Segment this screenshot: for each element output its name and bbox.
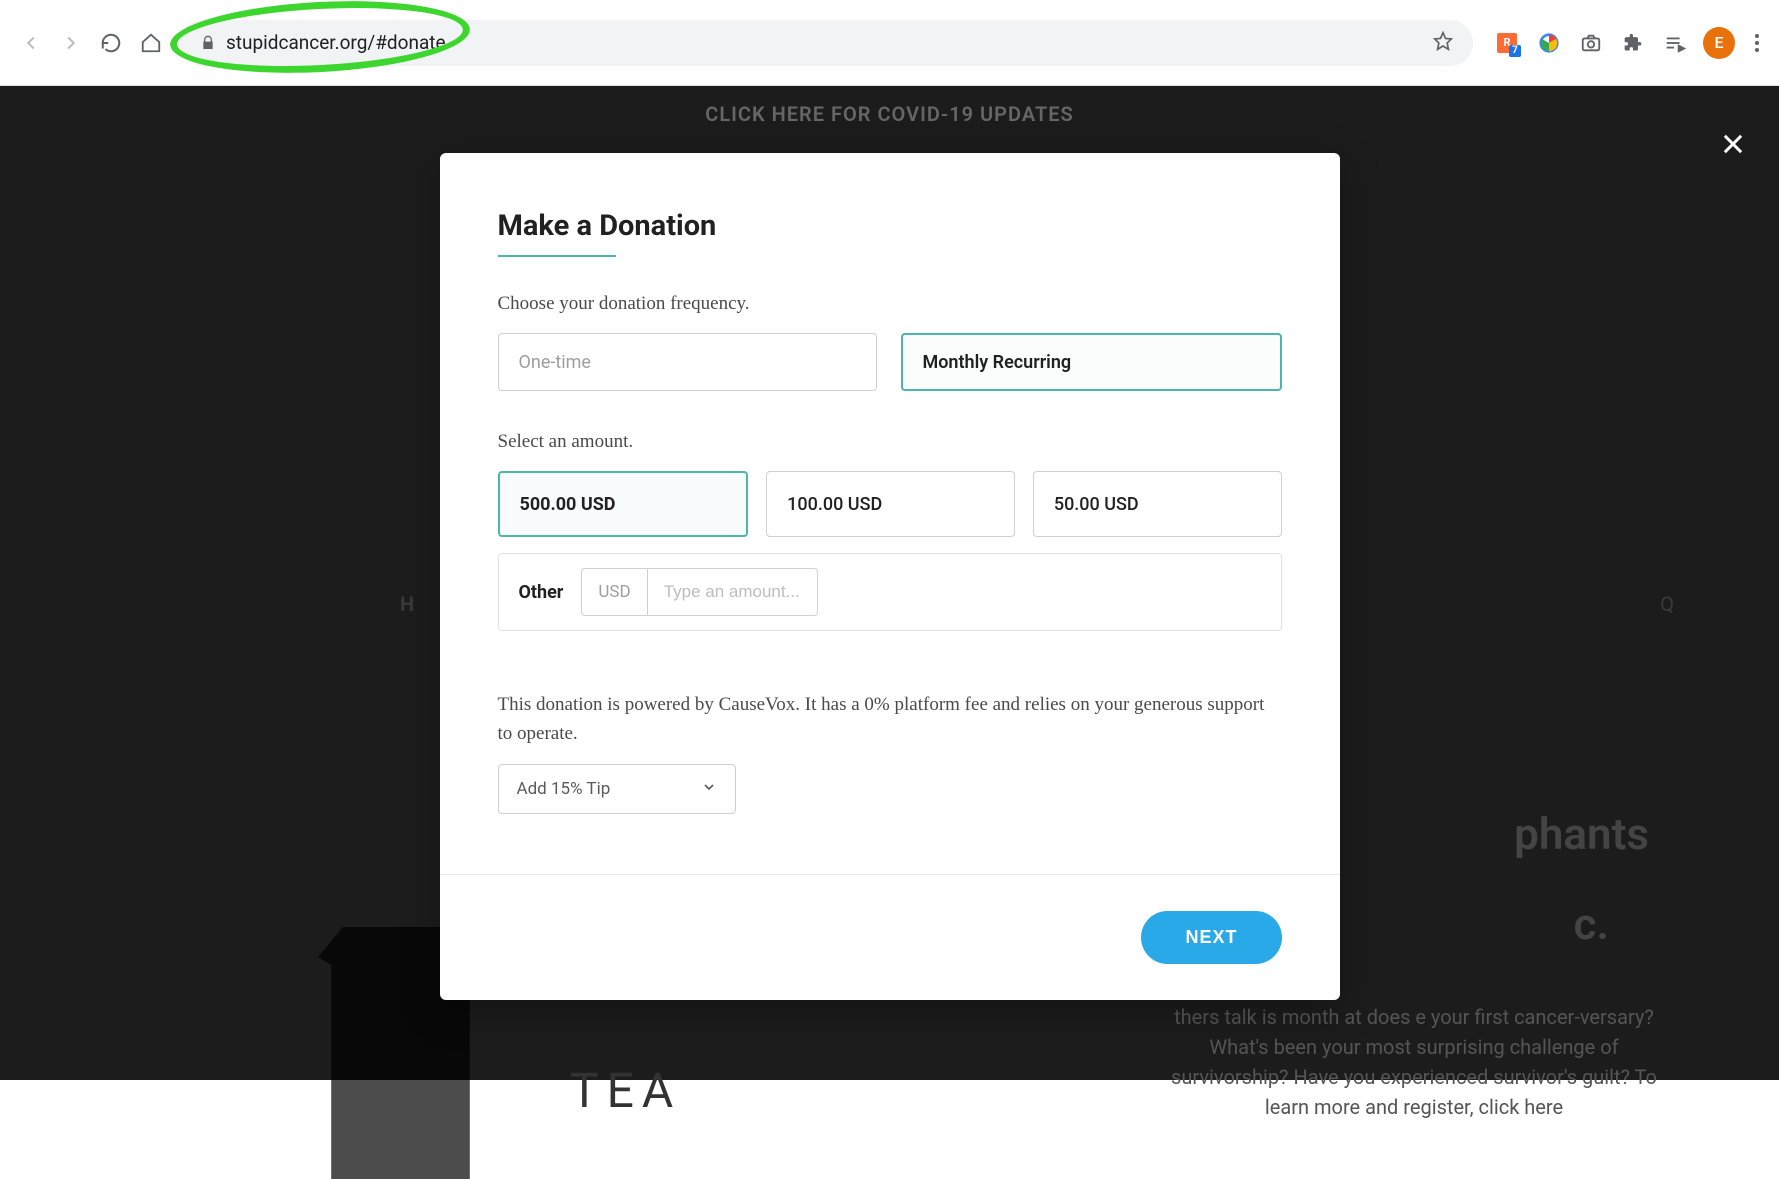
lock-icon — [200, 35, 216, 51]
bg-tea-word: TEA — [570, 1062, 681, 1119]
browser-chrome: stupidcancer.org/#donate R E — [0, 0, 1779, 86]
playlist-icon[interactable] — [1661, 29, 1689, 57]
avatar-letter: E — [1714, 33, 1723, 52]
modal-title: Make a Donation — [498, 209, 1282, 243]
amount-100[interactable]: 100.00 USD — [766, 471, 1015, 537]
covid-banner-text: CLICK HERE FOR COVID-19 UPDATES — [705, 102, 1074, 126]
chevron-down-icon — [701, 779, 717, 800]
bookmark-star-icon[interactable] — [1433, 31, 1453, 55]
address-bar[interactable]: stupidcancer.org/#donate — [180, 20, 1473, 66]
frequency-onetime[interactable]: One-time — [498, 333, 877, 391]
amount-other-row: Other USD — [498, 553, 1282, 631]
modal-footer: NEXT — [440, 874, 1340, 1000]
frequency-monthly-label: Monthly Recurring — [923, 352, 1072, 373]
nav-controls — [20, 32, 162, 54]
chrome-toolbar-right: R E — [1493, 27, 1759, 59]
reload-button[interactable] — [100, 32, 122, 54]
amount-50-label: 50.00 USD — [1054, 494, 1139, 515]
page-area: CLICK HERE FOR COVID-19 UPDATES H Q phan… — [0, 86, 1779, 1080]
extension-icon-2[interactable] — [1535, 29, 1563, 57]
other-label: Other — [519, 582, 564, 603]
back-button[interactable] — [20, 32, 42, 54]
amount-100-label: 100.00 USD — [787, 494, 882, 515]
extension-icon-camera[interactable] — [1577, 29, 1605, 57]
extensions-puzzle-icon[interactable] — [1619, 29, 1647, 57]
extension-icon-1[interactable]: R — [1493, 29, 1521, 57]
covid-banner[interactable]: CLICK HERE FOR COVID-19 UPDATES — [0, 86, 1779, 142]
powered-by-text: This donation is powered by CauseVox. It… — [498, 691, 1282, 748]
bg-headline-2: c. — [1574, 898, 1609, 950]
other-amount-input[interactable] — [648, 568, 818, 616]
bg-letter-left: H — [400, 592, 414, 616]
amount-500[interactable]: 500.00 USD — [498, 471, 749, 537]
amount-row: 500.00 USD 100.00 USD 50.00 USD — [498, 471, 1282, 537]
amount-500-label: 500.00 USD — [520, 494, 616, 515]
search-icon: Q — [1660, 592, 1674, 616]
frequency-label: Choose your donation frequency. — [498, 293, 1282, 315]
home-button[interactable] — [140, 32, 162, 54]
bg-paragraph: thers talk is month at does e your first… — [1154, 1002, 1674, 1122]
currency-label: USD — [581, 568, 647, 616]
frequency-row: One-time Monthly Recurring — [498, 333, 1282, 391]
modal-close-button[interactable] — [1719, 128, 1747, 166]
profile-avatar[interactable]: E — [1703, 27, 1735, 59]
frequency-monthly[interactable]: Monthly Recurring — [901, 333, 1282, 391]
frequency-onetime-label: One-time — [519, 352, 591, 373]
chrome-menu-button[interactable] — [1755, 34, 1759, 52]
next-button-label: NEXT — [1185, 927, 1237, 947]
title-underline — [498, 255, 616, 257]
forward-button[interactable] — [60, 32, 82, 54]
bg-headline-1: phants — [1514, 808, 1649, 860]
tip-dropdown[interactable]: Add 15% Tip — [498, 764, 736, 814]
next-button[interactable]: NEXT — [1141, 911, 1281, 964]
donation-modal: Make a Donation Choose your donation fre… — [440, 153, 1340, 1000]
tip-dropdown-label: Add 15% Tip — [517, 779, 611, 799]
amount-label: Select an amount. — [498, 431, 1282, 453]
amount-50[interactable]: 50.00 USD — [1033, 471, 1282, 537]
url-text: stupidcancer.org/#donate — [226, 31, 446, 54]
